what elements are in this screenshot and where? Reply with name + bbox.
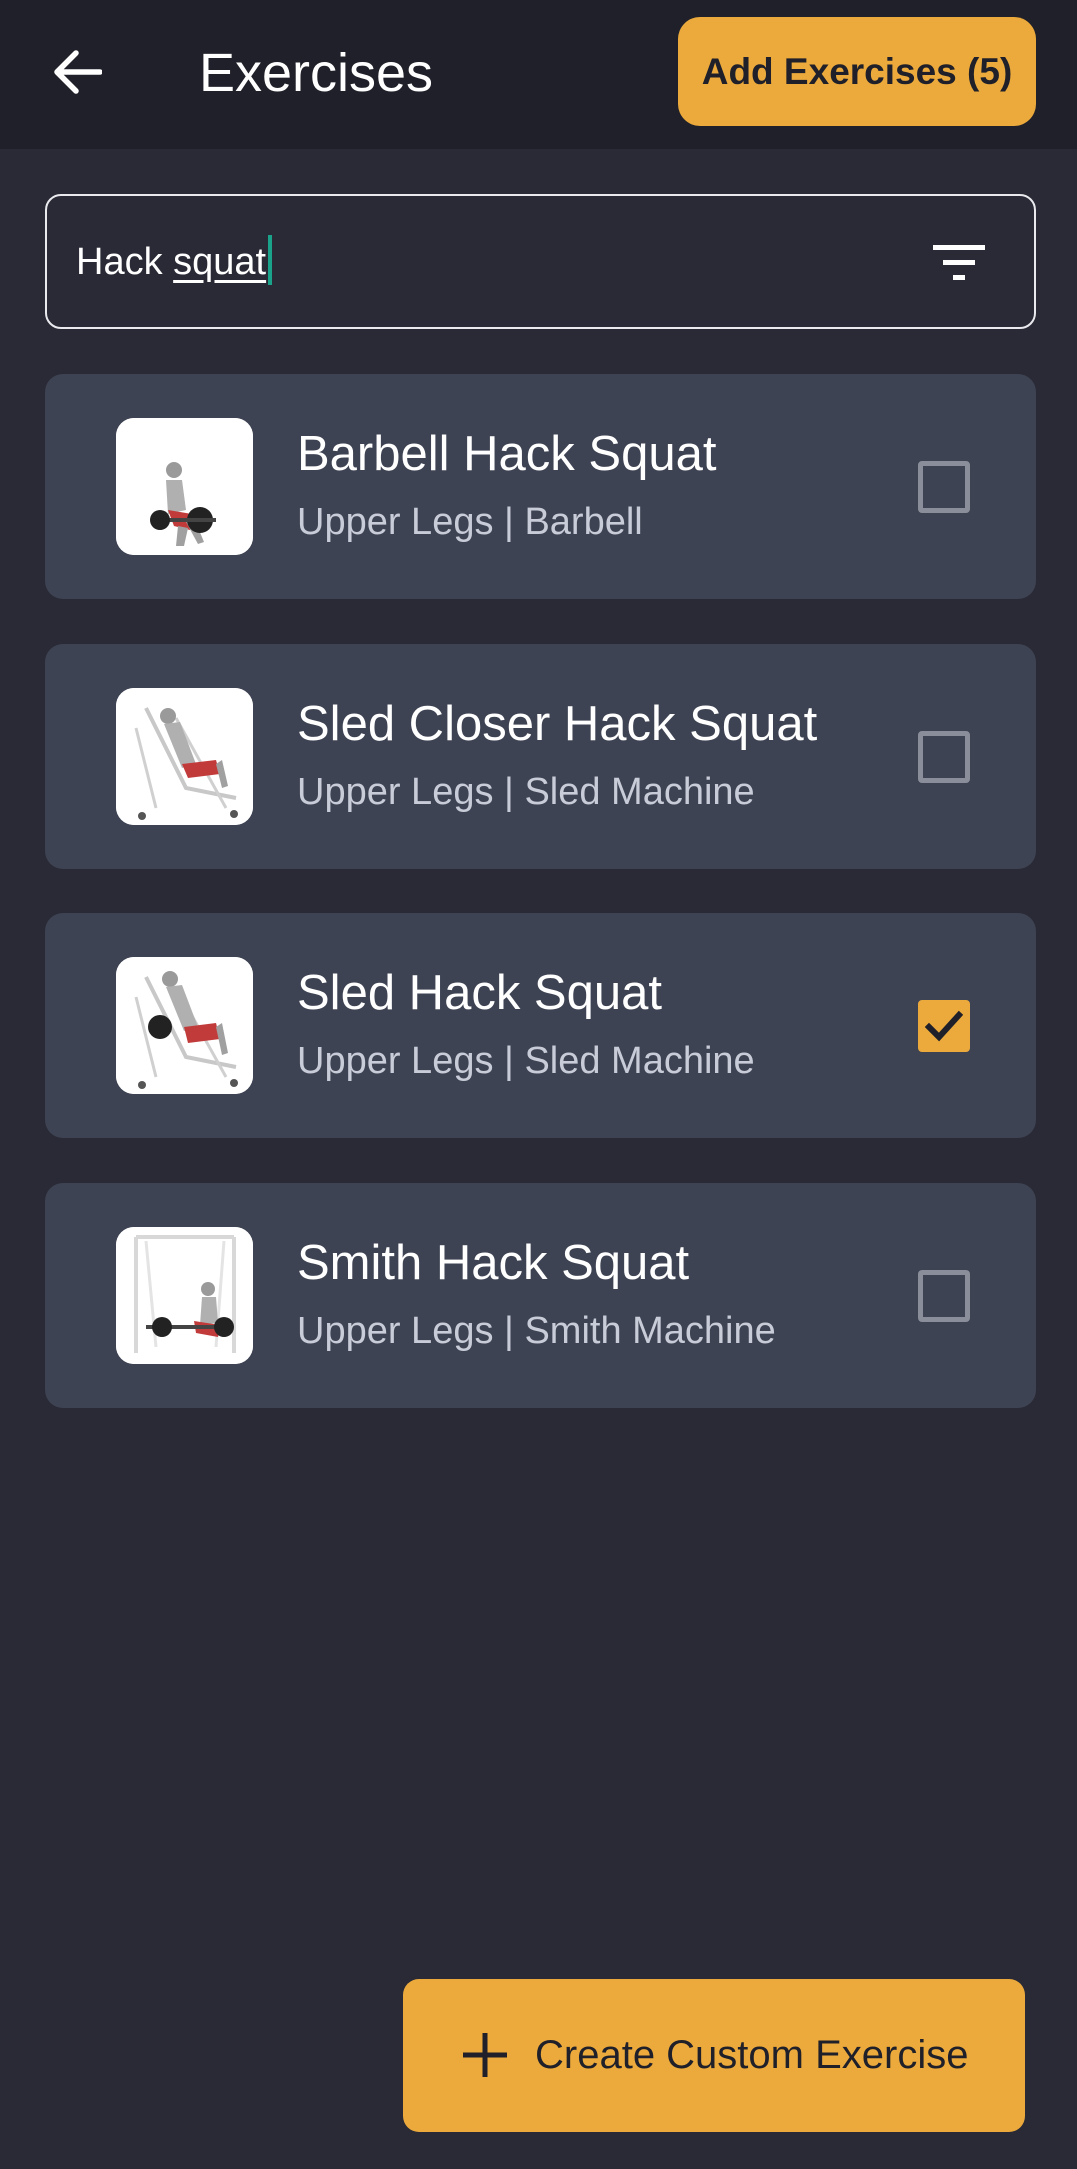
exercise-meta: Upper Legs | Smith Machine bbox=[297, 1310, 776, 1352]
exercise-name: Barbell Hack Squat bbox=[297, 427, 717, 481]
exercise-meta: Upper Legs | Sled Machine bbox=[297, 1040, 755, 1082]
search-value-underlined-word: squat bbox=[173, 241, 267, 283]
exercise-thumbnail bbox=[116, 688, 253, 825]
create-custom-exercise-button[interactable]: Create Custom Exercise bbox=[403, 1979, 1025, 2132]
exercise-checkbox-checked[interactable] bbox=[918, 1000, 970, 1052]
sled-closer-hack-squat-illustration bbox=[116, 688, 253, 825]
sled-hack-squat-illustration bbox=[116, 957, 253, 1094]
plus-icon bbox=[463, 2033, 507, 2077]
exercise-meta: Upper Legs | Sled Machine bbox=[297, 771, 755, 813]
exercise-checkbox[interactable] bbox=[918, 1270, 970, 1322]
top-app-bar: Exercises Add Exercises (5) bbox=[0, 0, 1077, 149]
barbell-hack-squat-illustration bbox=[116, 418, 253, 555]
exercise-name: Sled Closer Hack Squat bbox=[297, 697, 818, 751]
back-button[interactable] bbox=[40, 35, 114, 109]
exercise-card[interactable]: Sled Closer Hack Squat Upper Legs | Sled… bbox=[45, 644, 1036, 869]
filter-icon bbox=[933, 245, 985, 280]
search-value-word: Hack bbox=[76, 241, 174, 283]
checkmark-icon bbox=[925, 1010, 963, 1042]
filter-button[interactable] bbox=[927, 231, 991, 295]
exercise-name: Sled Hack Squat bbox=[297, 966, 662, 1020]
page-title: Exercises bbox=[199, 43, 434, 103]
create-custom-exercise-label: Create Custom Exercise bbox=[535, 2033, 969, 2077]
exercise-name: Smith Hack Squat bbox=[297, 1236, 690, 1290]
exercise-card[interactable]: Barbell Hack Squat Upper Legs | Barbell bbox=[45, 374, 1036, 599]
exercise-meta: Upper Legs | Barbell bbox=[297, 501, 643, 543]
smith-hack-squat-illustration bbox=[116, 1227, 253, 1364]
search-input[interactable]: Hack squat bbox=[76, 234, 273, 289]
exercise-card[interactable]: Sled Hack Squat Upper Legs | Sled Machin… bbox=[45, 913, 1036, 1138]
text-caret bbox=[268, 234, 273, 285]
exercise-checkbox[interactable] bbox=[918, 731, 970, 783]
exercise-thumbnail bbox=[116, 418, 253, 555]
arrow-left-icon bbox=[54, 50, 102, 94]
add-exercises-button[interactable]: Add Exercises (5) bbox=[678, 17, 1036, 126]
exercise-thumbnail bbox=[116, 957, 253, 1094]
exercise-thumbnail bbox=[116, 1227, 253, 1364]
search-field[interactable]: Hack squat bbox=[45, 194, 1036, 329]
exercise-checkbox[interactable] bbox=[918, 461, 970, 513]
exercises-screen: Exercises Add Exercises (5) Hack squat B… bbox=[0, 0, 1077, 2169]
exercise-card[interactable]: Smith Hack Squat Upper Legs | Smith Mach… bbox=[45, 1183, 1036, 1408]
